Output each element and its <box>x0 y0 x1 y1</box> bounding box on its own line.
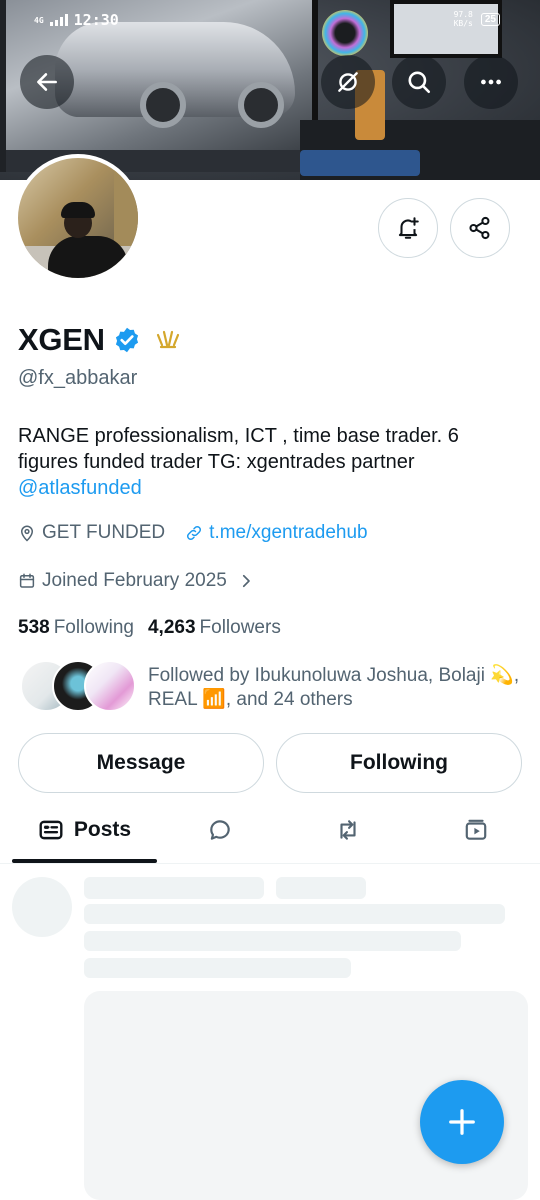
bio-text: RANGE professionalism, ICT , time base t… <box>18 425 459 473</box>
followed-by-avatars[interactable] <box>20 660 136 714</box>
tab-replies[interactable] <box>160 798 280 862</box>
posts-icon <box>39 820 63 840</box>
notifications-button[interactable] <box>378 198 438 258</box>
speech-bubble-icon <box>210 820 230 840</box>
profile-bio: RANGE professionalism, ICT , time base t… <box>18 423 518 501</box>
search-button[interactable] <box>392 55 446 109</box>
bell-plus-icon <box>398 217 419 239</box>
following-label: Following <box>53 617 134 638</box>
profile-name: XGEN <box>18 322 105 357</box>
skeleton-line <box>84 931 461 951</box>
grok-button[interactable] <box>321 55 375 109</box>
followed-by-text[interactable]: Followed by Ibukunoluwa Joshua, Bolaji 💫… <box>148 664 528 712</box>
profile-tabs: Posts <box>0 798 540 864</box>
profile-website-link[interactable]: t.me/xgentradehub <box>209 522 367 544</box>
location-pin-icon <box>20 525 34 542</box>
grok-icon <box>338 72 358 92</box>
skeleton-line <box>84 904 505 924</box>
message-button[interactable]: Message <box>18 733 264 793</box>
search-icon <box>408 71 431 94</box>
network-speed: 97.8 KB/s <box>454 10 473 28</box>
skeleton-line <box>276 877 366 899</box>
banner-keyboard <box>300 150 420 176</box>
network-indicator: 4G <box>34 15 44 25</box>
signal-icon <box>49 14 68 26</box>
more-button[interactable] <box>464 55 518 109</box>
tab-media[interactable] <box>416 798 536 862</box>
back-button[interactable] <box>20 55 74 109</box>
bio-mention-link[interactable]: @atlasfunded <box>18 475 518 501</box>
followers-stat[interactable]: 4,263 Followers <box>148 617 281 639</box>
skeleton-line <box>84 958 351 978</box>
profile-avatar[interactable] <box>14 154 142 282</box>
joined-row[interactable]: Joined February 2025 <box>18 570 255 592</box>
tab-posts-label: Posts <box>73 818 132 841</box>
battery-indicator: 25 <box>480 12 500 26</box>
banner-second-monitor <box>390 0 502 58</box>
profile-banner[interactable]: 4G 12:30 97.8 KB/s 25 <box>0 0 540 180</box>
status-time: 12:30 <box>73 11 119 29</box>
share-button[interactable] <box>450 198 510 258</box>
following-button[interactable]: Following <box>276 733 522 793</box>
more-icon <box>481 79 501 85</box>
network-speed-unit: KB/s <box>453 19 473 28</box>
arrow-left-icon <box>37 73 57 91</box>
banner-rgb-fan <box>322 10 368 56</box>
status-bar-left: 4G 12:30 <box>34 8 119 32</box>
status-bar-right: 97.8 KB/s 25 <box>454 10 500 28</box>
banner-car-wheel <box>238 82 284 128</box>
avatar-person-cap <box>61 202 95 218</box>
compose-button[interactable] <box>420 1080 504 1164</box>
repost-icon <box>340 820 356 840</box>
active-tab-indicator <box>12 859 157 863</box>
verified-badge-icon[interactable] <box>113 326 141 354</box>
avatar <box>84 660 136 712</box>
following-stat[interactable]: 538 Following <box>18 617 134 639</box>
profile-handle: @fx_abbakar <box>18 367 138 389</box>
tab-reposts[interactable] <box>288 798 408 862</box>
followers-label: Followers <box>199 617 281 638</box>
profile-location: GET FUNDED <box>42 522 166 543</box>
plus-icon <box>449 1109 475 1135</box>
banner-car-wheel <box>140 82 186 128</box>
skeleton-avatar <box>12 877 72 937</box>
profile-meta-row: GET FUNDED t.me/xgentradehub <box>18 522 368 544</box>
follow-stats: 538 Following 4,263 Followers <box>18 617 281 639</box>
following-count: 538 <box>18 617 50 638</box>
link-icon <box>187 525 202 541</box>
share-icon <box>469 216 490 240</box>
followers-count: 4,263 <box>147 617 196 638</box>
name-row: XGEN <box>18 322 181 358</box>
media-icon <box>465 819 487 840</box>
crown-icon <box>156 330 179 349</box>
skeleton-line <box>84 877 264 899</box>
avatar-person <box>48 236 128 278</box>
network-speed-value: 97.8 <box>453 10 473 19</box>
calendar-icon <box>19 573 35 588</box>
profile-joined-date: Joined February 2025 <box>42 570 227 591</box>
tab-posts[interactable]: Posts <box>12 798 157 862</box>
chevron-right-icon <box>242 574 250 588</box>
